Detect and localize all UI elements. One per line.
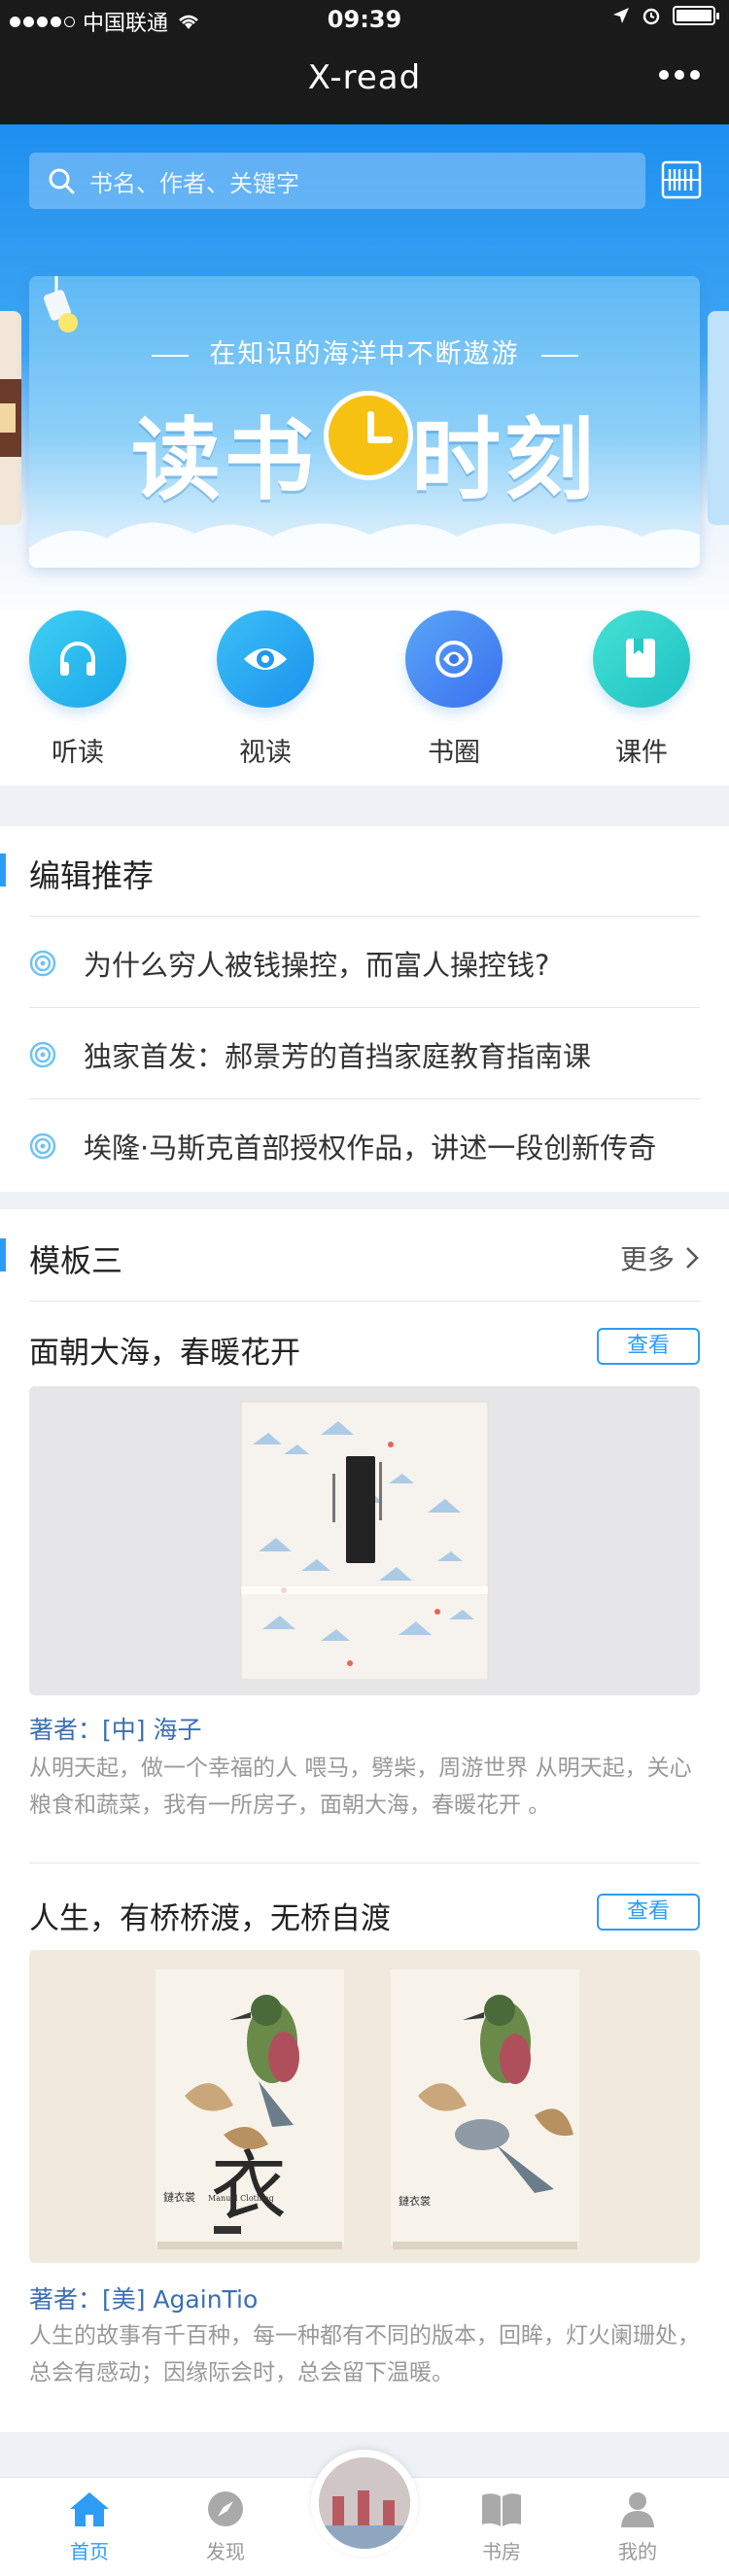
quick-entry-bar: 听读 视读 书圈 课件 [0,610,729,785]
quick-entry-watch[interactable]: 视读 [207,610,324,769]
editor-recommend-section: 编辑推荐 为什么穷人被钱操控，而富人操控钱? 独家首发：郝景芳的首挡家庭教育指南… [0,826,729,1192]
circle-logo-icon [405,610,503,708]
cover-large-character: 衣 [211,2143,287,2231]
view-button[interactable]: 查看 [597,1894,700,1931]
book-description: 人生的故事有千百种，每一种都有不同的版本，回眸，灯火阑珊处，总会有感动；因缘际会… [29,2323,700,2385]
view-button[interactable]: 查看 [597,1328,700,1365]
cover-subtitle-text: Manual Clothing [208,2194,274,2203]
divider [29,1098,700,1099]
status-bar: 中国联通 09:39 [0,0,729,39]
alarm-icon [642,8,660,25]
divider [29,1007,700,1008]
book-cover-image[interactable] [29,1386,700,1695]
book-author: 著者：[美] AgainTio [29,2285,259,2314]
recommend-item-text: 独家首发：郝景芳的首挡家庭教育指南课 [84,1040,592,1073]
battery-icon [673,6,719,25]
center-publish-button[interactable] [311,2450,418,2557]
search-icon [49,168,75,194]
section-title: 编辑推荐 [29,857,155,894]
compass-icon [208,2491,243,2526]
book-author: 著者：[中] 海子 [29,1716,202,1744]
carousel-prev-card[interactable] [0,311,21,525]
quick-entry-circle[interactable]: 书圈 [396,610,512,769]
divider [29,1301,700,1302]
recommend-item[interactable]: 独家首发：郝景芳的首挡家庭教育指南课 [29,1034,710,1075]
tab-label: 发现 [206,2540,245,2563]
eye-icon [217,610,314,708]
book-cover-image[interactable]: 衣 鏈衣裳 Manual Clothing 鏈衣裳 [29,1950,700,2263]
search-input[interactable]: 书名、作者、关键字 [29,153,645,209]
book-description: 从明天起，做一个幸福的人 喂马，劈柴，周游世界 从明天起，关心粮食和蔬菜，我有一… [29,1756,692,1818]
chevron-right-icon [686,1247,699,1269]
center-cover-thumbnail [319,2457,410,2549]
book-title[interactable]: 人生，有桥桥渡，无桥自渡 [29,1894,391,1937]
location-arrow-icon [613,8,629,23]
banner-headline-right: 时刻 [411,408,599,512]
bookmark-book-icon [593,610,690,708]
quick-entry-label: 听读 [52,738,104,768]
quick-entry-listen[interactable]: 听读 [19,610,136,769]
carousel-next-card[interactable] [708,311,729,525]
section-title: 模板三 [29,1242,123,1279]
open-book-icon [482,2493,521,2526]
search-placeholder: 书名、作者、关键字 [89,169,299,197]
tab-home[interactable]: 首页 [41,2489,138,2564]
banner-subtitle: 在知识的海洋中不断遨游 [29,332,700,370]
cloud-decoration [29,522,700,568]
tab-study[interactable]: 书房 [453,2489,550,2564]
top-bar: 中国联通 09:39 X-read [0,0,729,124]
more-link[interactable]: 更多 [620,1238,700,1277]
recommend-item-text: 为什么穷人被钱操控，而富人操控钱? [84,949,550,982]
banner-carousel[interactable]: 在知识的海洋中不断遨游 读书 时刻 [29,276,700,568]
tab-discover[interactable]: 发现 [177,2489,274,2564]
tab-mine[interactable]: 我的 [589,2489,686,2564]
recommend-item[interactable]: 埃隆·马斯克首部授权作品，讲述一段创新传奇 [29,1126,710,1166]
barcode-scan-icon[interactable] [661,158,702,201]
banner-headline-left: 读书 [130,408,318,512]
quick-entry-label: 课件 [615,738,668,768]
divider [29,916,700,917]
cover-title-text: 鏈衣裳 [163,2190,195,2204]
radio-wave-icon [29,950,56,977]
clock-icon [324,391,413,480]
more-options-icon[interactable] [659,70,700,80]
quick-entry-courseware[interactable]: 课件 [583,610,700,769]
user-icon [621,2492,654,2527]
quick-entry-label: 书圈 [428,738,480,768]
cover-title-text: 鏈衣裳 [399,2194,431,2208]
tab-label: 首页 [70,2540,109,2563]
tab-label: 我的 [618,2540,657,2563]
radio-wave-icon [29,1041,56,1068]
more-link-label: 更多 [619,1243,675,1275]
recommend-item-text: 埃隆·马斯克首部授权作品，讲述一段创新传奇 [84,1131,657,1165]
tab-label: 书房 [482,2540,521,2563]
home-icon [70,2492,109,2526]
book-title[interactable]: 面朝大海，春暖花开 [29,1328,300,1372]
section-accent-bar [0,1238,6,1271]
recommend-item[interactable]: 为什么穷人被钱操控，而富人操控钱? [29,943,710,984]
template-three-section: 模板三 更多 面朝大海，春暖花开 查看 著者：[中] 海子 从明天起，做一个幸福… [0,1209,729,2432]
divider [29,1862,700,1863]
radio-wave-icon [29,1132,56,1160]
quick-entry-label: 视读 [239,738,292,768]
headphones-icon [29,610,126,708]
page-title: X-read [307,58,422,97]
section-accent-bar [0,853,6,887]
